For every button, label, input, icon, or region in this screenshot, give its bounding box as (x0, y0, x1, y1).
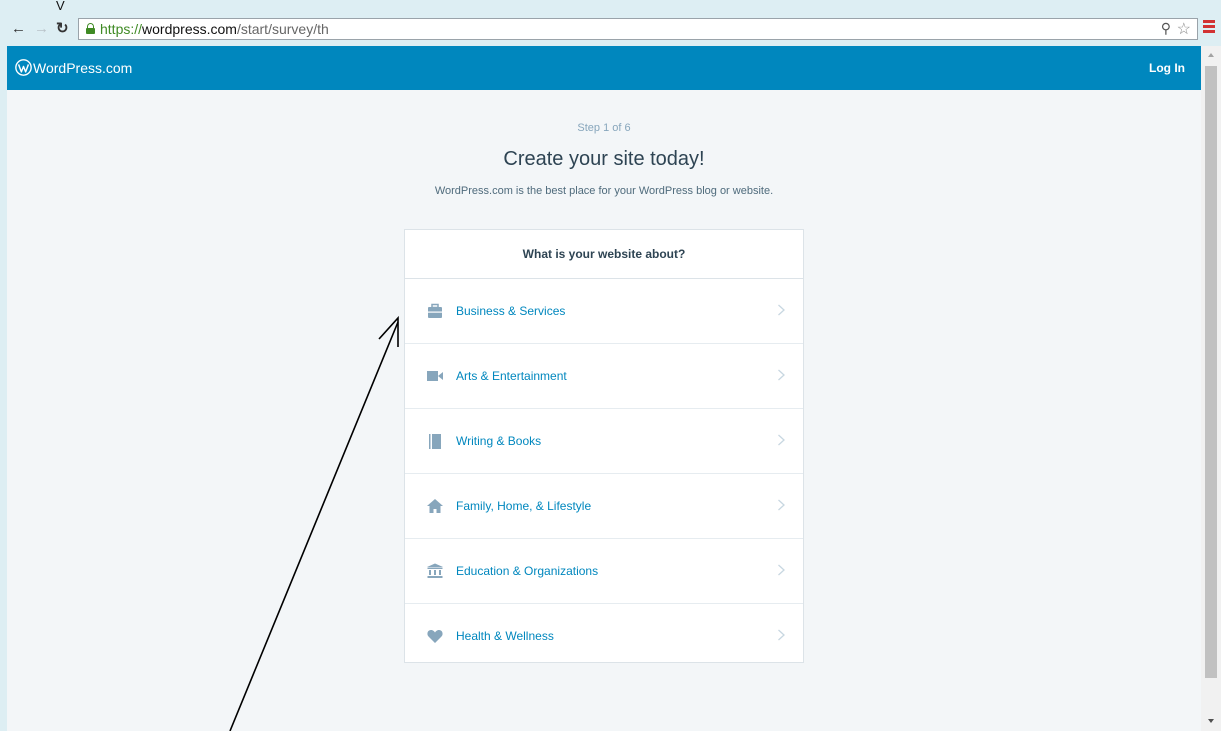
category-label: Writing & Books (456, 434, 542, 448)
step-indicator: Step 1 of 6 (577, 122, 631, 134)
category-arts-entertainment[interactable]: Arts & Entertainment (405, 344, 803, 409)
browser-toolbar: ← → ↻ https://wordpress.com/start/survey… (0, 16, 1221, 46)
category-health-wellness[interactable]: Health & Wellness (405, 604, 803, 668)
url-path: /start/survey/th (236, 21, 329, 37)
chevron-right-icon (778, 304, 785, 316)
category-writing-books[interactable]: Writing & Books (405, 409, 803, 474)
chevron-right-icon (778, 434, 785, 446)
institution-icon (427, 563, 443, 578)
web-page: WordPress.com Log In Step 1 of 6 Create … (7, 46, 1201, 731)
masthead: WordPress.com Log In (7, 46, 1201, 90)
category-label: Business & Services (456, 304, 566, 318)
brand-name[interactable]: WordPress.com (33, 60, 132, 77)
menu-icon[interactable] (1203, 20, 1215, 33)
browser-tab-fragment: V (56, 0, 65, 13)
address-bar[interactable]: https://wordpress.com/start/survey/th ⚲ … (78, 18, 1198, 40)
scrollbar-thumb[interactable] (1205, 66, 1217, 678)
survey-card: What is your website about? Business & S… (404, 229, 804, 663)
chevron-right-icon (778, 369, 785, 381)
category-label: Education & Organizations (456, 564, 599, 578)
video-camera-icon (427, 371, 443, 381)
chevron-right-icon (778, 499, 785, 511)
chevron-right-icon (778, 629, 785, 641)
category-family-home-lifestyle[interactable]: Family, Home, & Lifestyle (405, 474, 803, 539)
reload-icon[interactable]: ↻ (56, 19, 69, 39)
category-education-organizations[interactable]: Education & Organizations (405, 539, 803, 604)
scroll-down-arrow-icon[interactable] (1208, 719, 1214, 723)
zoom-icon[interactable]: ⚲ (1161, 20, 1171, 37)
page-subtitle: WordPress.com is the best place for your… (434, 185, 774, 197)
back-arrow-icon[interactable]: ← (11, 19, 26, 39)
category-label: Health & Wellness (456, 629, 554, 643)
chevron-right-icon (778, 564, 785, 576)
category-label: Arts & Entertainment (456, 369, 567, 383)
bookmark-star-icon[interactable]: ☆ (1177, 19, 1191, 39)
url-scheme: https:// (100, 21, 143, 37)
house-icon (427, 499, 443, 513)
url-text[interactable]: https://wordpress.com/start/survey/th (100, 21, 329, 38)
scroll-up-arrow-icon[interactable] (1208, 53, 1214, 57)
url-host: wordpress.com (142, 21, 237, 37)
login-link[interactable]: Log In (1149, 60, 1185, 77)
wordpress-logo-icon[interactable] (15, 59, 32, 76)
heart-icon (427, 630, 443, 643)
book-icon (429, 434, 441, 449)
category-label: Family, Home, & Lifestyle (456, 499, 592, 513)
page-title: Create your site today! (503, 148, 705, 170)
survey-question: What is your website about? (405, 230, 803, 279)
vertical-scrollbar[interactable] (1201, 46, 1221, 731)
category-business-services[interactable]: Business & Services (405, 279, 803, 344)
briefcase-icon (428, 303, 442, 318)
forward-arrow-icon[interactable]: → (34, 19, 49, 39)
lock-icon (86, 23, 95, 34)
